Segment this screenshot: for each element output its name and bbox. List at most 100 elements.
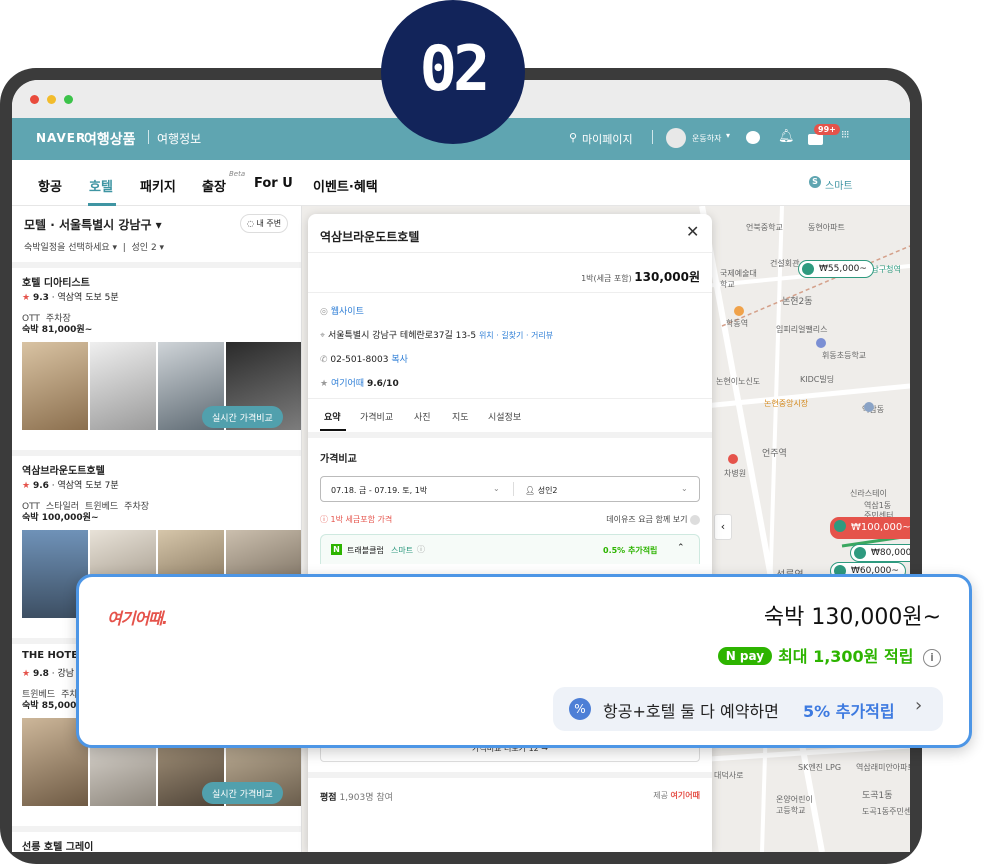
address-links[interactable]: 위치 · 길찾기 · 거리뷰 [479,331,553,340]
tab-facilities[interactable]: 시설정보 [488,410,521,423]
tab-photos[interactable]: 사진 [414,410,431,423]
detail-panel-bottom: 가격비교 더보기 12 → 평점 1,903명 참여 제공 여기어때 [308,730,712,852]
chat-icon[interactable] [746,131,760,144]
school-icon[interactable] [816,338,826,348]
dayuse-toggle[interactable]: 데이유즈 요금 함께 보기 [606,514,700,525]
close-icon[interactable]: ✕ [686,222,699,241]
list-title[interactable]: 모텔 · 서울특별시 강남구 ▾ [24,216,162,233]
hospital-icon[interactable] [728,454,738,464]
avatar[interactable] [666,128,686,148]
hotel-photo[interactable] [90,342,156,430]
location-pin-icon: ⌖ [320,331,326,341]
mypage-link[interactable]: 마이페이지 [582,131,633,147]
tab-map[interactable]: 지도 [452,410,469,423]
rating-row: ★ 여기어때 9.6/10 [320,379,399,389]
service-title[interactable]: 여행상품 [84,129,136,149]
tab-summary[interactable]: 요약 [324,410,341,423]
date-selector[interactable]: 숙박일정을 선택하세요 ▾ | 성인 2 ▾ [24,240,164,253]
map-label: 국제예술대학교 [720,269,757,289]
hotel-name[interactable]: 호텔 디아티스트 [22,274,90,289]
map-label: 논현이노신도 [716,377,761,386]
hotel-card[interactable]: 호텔 디아티스트 ★ 9.3 · 역삼역 도보 5분 OTT 주차장 숙박 81,… [12,268,301,448]
star-icon: ★ [320,379,329,389]
tab-business[interactable]: 출장 [202,176,226,195]
map-label: 논현중앙시장 [764,399,809,408]
map-label: 언북중학교 [746,223,783,232]
phone-row: ✆ 02-501-8003 복사 [320,355,408,365]
hotel-list-panel: 모텔 · 서울특별시 강남구 ▾ ◌ 내 주변 숙박일정을 선택하세요 ▾ | … [12,206,302,852]
mail-icon[interactable] [808,134,823,145]
website-row[interactable]: ◎ 웹사이트 [320,304,364,317]
maximize-window-icon[interactable] [64,95,73,104]
smart-icon[interactable]: S [809,176,821,188]
travel-info-link[interactable]: 여행정보 [157,130,201,147]
hotel-photo[interactable] [22,342,88,430]
divider [12,826,301,832]
minimize-window-icon[interactable] [47,95,56,104]
travel-club-row[interactable]: N 트래블클럽 스마트 ⓘ 0.5% 추가적립 ⌃ [320,534,700,564]
realtime-price-button[interactable]: 실시간 가격비교 [202,782,283,804]
hotel-name[interactable]: 선릉 호텔 그레이 [22,838,93,852]
user-icon[interactable]: ⚲ [569,131,577,144]
beta-label: Beta [229,170,246,178]
price-pin[interactable]: ₩55,000~ [798,260,874,278]
realtime-price-button[interactable]: 실시간 가격비교 [202,406,283,428]
tab-price-compare[interactable]: 가격비교 [360,410,393,423]
poi-icon[interactable] [864,402,874,412]
chevron-down-icon: ⌄ [681,484,688,493]
bundle-promo-banner[interactable]: % 항공+호텔 둘 다 예약하면 5% 추가적립 › [553,687,943,731]
nearby-button[interactable]: ◌ 내 주변 [240,214,289,233]
percent-icon: % [569,698,591,720]
map-label: 대덕사로 [714,771,744,780]
map-label: 논현2동 [782,297,813,307]
smart-link[interactable]: 스마트 [825,177,853,192]
info-icon[interactable]: i [923,649,941,667]
tab-for-u[interactable]: For U [254,176,293,191]
map-label: 학동역 [726,319,749,328]
info-icon[interactable]: ⓘ [417,544,425,555]
map-label: 신라스테이 [850,489,887,498]
tab-package[interactable]: 패키지 [140,176,176,195]
tax-note: ⓘ 1박 세금포함 가격 [320,515,393,524]
copy-link[interactable]: 복사 [391,355,408,365]
collapse-panel-button[interactable]: ‹ [714,514,732,540]
user-name[interactable]: 운동하자 [692,133,721,144]
npay-logo: N pay [717,647,773,665]
close-window-icon[interactable] [30,95,39,104]
yeogieottae-logo: 여기어때. [107,609,168,628]
hotel-price: 숙박 85,000 [22,701,77,711]
offer-price: 숙박 130,000원~ [763,605,941,630]
divider [308,292,712,293]
price-pin-selected[interactable]: ₩100,000~ [830,517,910,539]
map-label: 차병원 [724,469,747,478]
date-guest-selector[interactable]: 07.18. 금 - 07.19. 토, 1박 ⌄ 👤︎ 성인2 ⌄ [320,476,700,502]
chevron-down-icon[interactable]: ▾ [726,131,730,140]
hotel-rating: ★ 9.8 · 강남 [22,669,75,679]
address-row: ⌖ 서울특별시 강남구 테헤란로37길 13-5 위치 · 길찾기 · 거리뷰 [320,331,554,341]
chevron-down-icon: ⌄ [493,484,500,493]
hotel-name[interactable]: 역삼브라운도트호텔 [22,462,105,477]
poi-icon[interactable] [734,306,744,316]
bell-icon[interactable]: 🔔︎ [778,129,795,144]
apps-grid-icon[interactable]: ⁝⁝⁝ [841,129,849,140]
naver-n-icon: N [331,544,342,555]
chevron-up-icon[interactable]: ⌃ [677,543,685,553]
phone-icon: ✆ [320,355,328,365]
highlight-offer-card[interactable]: 여기어때. 숙박 130,000원~ N pay 최대 1,300원 적립 i %… [76,574,972,748]
guest-count[interactable]: 👤︎ 성인2 [525,485,558,496]
tab-flight[interactable]: 항공 [38,176,62,195]
chevron-right-icon: › [915,695,923,716]
tab-hotel[interactable]: 호텔 [89,176,113,195]
map-label: SK엔진 LPG [798,763,842,772]
naver-logo[interactable]: NAVER [36,131,86,145]
notification-count-badge: 99+ [814,124,840,135]
review-summary: 평점 1,903명 참여 [320,793,393,803]
hotel-rating: ★ 9.3 · 역삼역 도보 5분 [22,293,119,303]
divider [652,130,653,144]
globe-icon: ◎ [320,307,328,317]
tab-events[interactable]: 이벤트·혜택 [313,176,378,195]
price-pin[interactable]: ₩80,000~ [850,544,910,562]
hotel-name[interactable]: THE HOTE [22,650,78,661]
hotel-rating: ★ 9.6 · 역삼역 도보 7분 [22,481,119,491]
map-label: 언주역 [762,449,787,459]
